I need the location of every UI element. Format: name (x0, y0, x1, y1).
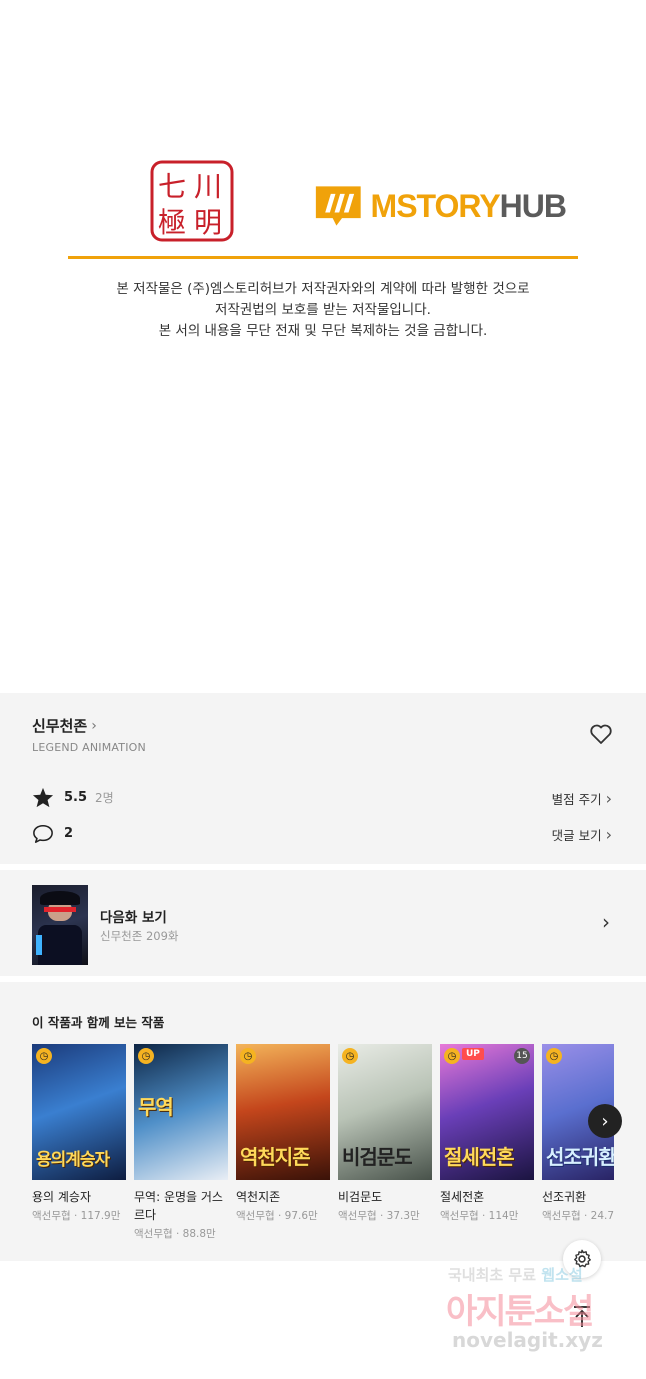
watermark: 국내최초 무료 웹소설 아지툰소설 novelagit.xyz (440, 1262, 630, 1372)
cover-title: 무역 (138, 1095, 174, 1119)
recommended-item[interactable]: ◷ 무역 무역: 운명을 거스르다 액선무협 · 88.8만 (134, 1044, 228, 1241)
chevron-right-icon: › (91, 717, 97, 734)
copyright-page: 七 川 極 明 MSTORYHUB 본 저작물은 (주)엠스토리허브가 저작권자… (0, 0, 646, 693)
work-title-link[interactable]: 신무천존 › (32, 715, 97, 736)
recommendations-section: 이 작품과 함께 보는 작품 ◷ 용의계승자 용의 계승자 액선무협 · 117… (0, 982, 646, 1261)
recommended-item[interactable]: ◷ UP 15 절세전혼 절세전혼 액선무협 · 114만 (440, 1044, 534, 1223)
clock-icon: ◷ (342, 1048, 358, 1064)
age-rating-badge: 15 (514, 1048, 530, 1064)
rating-count: 2명 (95, 791, 114, 805)
watermark-line2: 아지툰소설 (446, 1292, 594, 1332)
logo-text-main: MSTORY (370, 187, 501, 224)
heart-icon[interactable] (589, 723, 613, 745)
watermark-line1-highlight: 웹소설 (541, 1266, 583, 1284)
cover-title: 비검문도 (342, 1145, 413, 1169)
item-meta: 액선무협 · 88.8만 (134, 1228, 216, 1240)
view-comments-button[interactable]: 댓글 보기 (552, 825, 612, 844)
watermark-line3: novelagit.xyz (452, 1328, 603, 1352)
cover-image: ◷ UP 15 절세전혼 (440, 1044, 534, 1180)
recommendations-title: 이 작품과 함께 보는 작품 (32, 1015, 165, 1030)
recommended-item[interactable]: ◷ 역천지존 역천지존 액선무협 · 97.6만 (236, 1044, 330, 1223)
notice-line: 본 서의 내용을 무단 전재 및 무단 복제하는 것을 금합니다. (158, 323, 488, 339)
star-icon (32, 787, 54, 808)
item-title: 역천지존 (236, 1190, 281, 1204)
comment-row: 2 (32, 823, 73, 844)
item-title: 선조귀환 (542, 1190, 587, 1204)
svg-text:極: 極 (158, 206, 186, 239)
seal-logo: 七 川 極 明 (150, 160, 234, 242)
cover-title: 역천지존 (240, 1145, 311, 1169)
item-title: 절세전혼 (440, 1190, 485, 1204)
work-info-card: 신무천존 › LEGEND ANIMATION 5.5 2명 별점 주기 2 댓… (0, 693, 646, 864)
clock-icon: ◷ (546, 1048, 562, 1064)
next-episode-thumbnail (32, 885, 88, 965)
cover-title: 용의계승자 (36, 1150, 110, 1170)
chevron-right-icon: › (602, 910, 610, 934)
item-title: 용의 계승자 (32, 1190, 92, 1204)
cover-image: ◷ 비검문도 (338, 1044, 432, 1180)
notice-line: 본 저작물은 (주)엠스토리허브가 저작권자와의 계약에 따라 발행한 것으로 (116, 281, 530, 297)
cover-title: 선조귀환 (546, 1145, 614, 1169)
svg-text:川: 川 (194, 170, 222, 203)
next-episode-card[interactable]: 다음화 보기 신무천존 209화 › (0, 870, 646, 976)
work-author: LEGEND ANIMATION (32, 741, 146, 754)
svg-text:七: 七 (158, 170, 186, 203)
update-badge: UP (462, 1048, 484, 1060)
recommended-item[interactable]: ◷ 비검문도 비검문도 액선무협 · 37.3만 (338, 1044, 432, 1223)
copyright-notice: 본 저작물은 (주)엠스토리허브가 저작권자와의 계약에 따라 발행한 것으로 … (0, 279, 646, 342)
chevron-right-icon: › (601, 1110, 609, 1132)
carousel-next-button[interactable]: › (588, 1104, 622, 1138)
cover-title: 절세전혼 (444, 1145, 515, 1169)
watermark-line1: 국내최초 무료 (448, 1266, 537, 1284)
clock-icon: ◷ (36, 1048, 52, 1064)
item-title: 비검문도 (338, 1190, 383, 1204)
svg-text:明: 明 (194, 206, 222, 239)
logo-text-sub: HUB (499, 187, 567, 224)
cover-image: ◷ 용의계승자 (32, 1044, 126, 1180)
clock-icon: ◷ (138, 1048, 154, 1064)
item-meta: 액선무협 · 117.9만 (32, 1210, 121, 1222)
item-meta: 액선무협 · 114만 (440, 1210, 519, 1222)
notice-line: 저작권법의 보호를 받는 저작물입니다. (215, 302, 431, 318)
cover-image: ◷ 무역 (134, 1044, 228, 1180)
comment-count: 2 (64, 826, 74, 841)
item-meta: 액선무협 · 97.6만 (236, 1210, 318, 1222)
recommended-item[interactable]: ◷ 용의계승자 용의 계승자 액선무협 · 117.9만 (32, 1044, 126, 1223)
rating-row: 5.5 2명 (32, 787, 114, 808)
recommendations-carousel: ◷ 용의계승자 용의 계승자 액선무협 · 117.9만 ◷ 무역 무역: 운명… (32, 1044, 614, 1254)
comment-icon (33, 824, 53, 843)
episode-footer-panel: 신무천존 › LEGEND ANIMATION 5.5 2명 별점 주기 2 댓… (0, 693, 646, 1261)
mstoryhub-logo: MSTORYHUB (314, 180, 567, 232)
rate-button[interactable]: 별점 주기 (552, 789, 612, 808)
next-episode-title: 신무천존 209화 (100, 929, 179, 943)
item-meta: 액선무협 · 24.7만 (542, 1210, 614, 1222)
clock-icon: ◷ (444, 1048, 460, 1064)
work-title: 신무천존 (32, 717, 88, 735)
next-episode-label: 다음화 보기 (100, 910, 167, 926)
item-title: 무역: 운명을 거스르다 (134, 1190, 223, 1222)
rating-value: 5.5 (64, 790, 88, 805)
clock-icon: ◷ (240, 1048, 256, 1064)
mstoryhub-mark-icon (315, 186, 361, 226)
divider (68, 256, 578, 259)
item-meta: 액선무협 · 37.3만 (338, 1210, 420, 1222)
cover-image: ◷ 역천지존 (236, 1044, 330, 1180)
